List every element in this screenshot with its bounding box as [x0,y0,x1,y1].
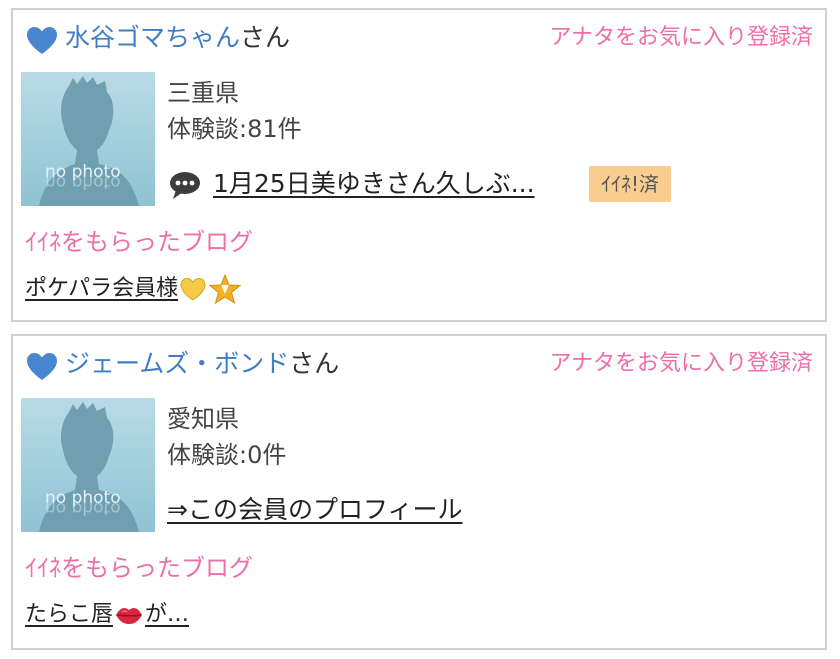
member-card: ジェームズ・ボンドさん アナタをお気に入り登録済 no photo no pho… [11,334,827,650]
profile-link[interactable]: ⇒この会員のプロフィール [167,492,462,528]
liked-blog-link[interactable]: ポケパラ会員様 [25,272,242,306]
star-badge-icon [209,274,242,304]
lips-icon [114,604,144,626]
heart-icon [25,24,59,58]
favorite-status: アナタをお気に入り登録済 [549,351,813,376]
honorific: さん [240,23,291,52]
member-name-row: 水谷ゴマちゃんさん [65,18,290,58]
experience-count: 体験談:0件 [167,441,287,469]
speech-bubble-icon [169,170,201,200]
liked-badge: ｲｲﾈ!済 [589,166,672,202]
member-card: 水谷ゴマちゃんさん アナタをお気に入り登録済 no photo no photo… [11,8,827,322]
yellow-heart-icon [179,276,207,302]
member-name-link[interactable]: 水谷ゴマちゃん [65,23,240,52]
svg-text:no photo: no photo [45,498,121,518]
member-name-link[interactable]: ジェームズ・ボンド [65,349,289,378]
liked-blog-link[interactable]: たらこ唇 が… [25,598,189,632]
avatar[interactable]: no photo no photo [21,398,155,532]
prefecture: 愛知県 [167,405,239,433]
experience-count: 体験談:81件 [167,115,302,143]
favorite-status: アナタをお気に入り登録済 [549,25,813,50]
svg-text:no photo: no photo [45,172,121,192]
prefecture: 三重県 [167,79,239,107]
recent-blog-link[interactable]: 1月25日美ゆきさん久しぶ... [213,166,535,202]
avatar[interactable]: no photo no photo [21,72,155,206]
honorific: さん [289,349,340,378]
liked-blogs-label: ｲｲﾈをもらったブログ [25,228,253,256]
heart-icon [25,350,59,384]
liked-blogs-label: ｲｲﾈをもらったブログ [25,554,253,582]
member-name-row: ジェームズ・ボンドさん [65,344,339,384]
